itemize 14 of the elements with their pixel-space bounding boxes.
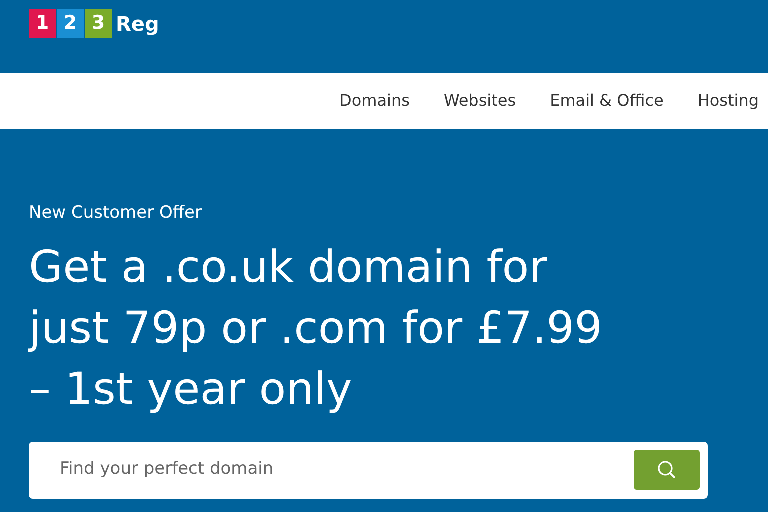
- logo-tile: 3: [85, 9, 112, 38]
- search-button[interactable]: [634, 450, 700, 490]
- logo-tile: 1: [29, 9, 56, 38]
- offer-label: New Customer Offer: [29, 202, 204, 225]
- logo-tile: 2: [57, 9, 84, 38]
- nav-link[interactable]: Hosting: [698, 89, 759, 113]
- nav-link[interactable]: Websites: [444, 89, 516, 113]
- nav-link[interactable]: Domains: [340, 89, 410, 113]
- search-icon: [657, 460, 677, 480]
- headline: Get a .co.uk domain for just 79p or .com for £7.99 – 1st year only: [29, 240, 604, 416]
- domain-search-field[interactable]: Find your perfect domain: [29, 456, 634, 484]
- nav-link[interactable]: Email & Office: [550, 89, 664, 113]
- logo-wordmark[interactable]: Reg: [116, 9, 160, 39]
- search-field[interactable]: Find your perfect domain: [29, 442, 708, 498]
